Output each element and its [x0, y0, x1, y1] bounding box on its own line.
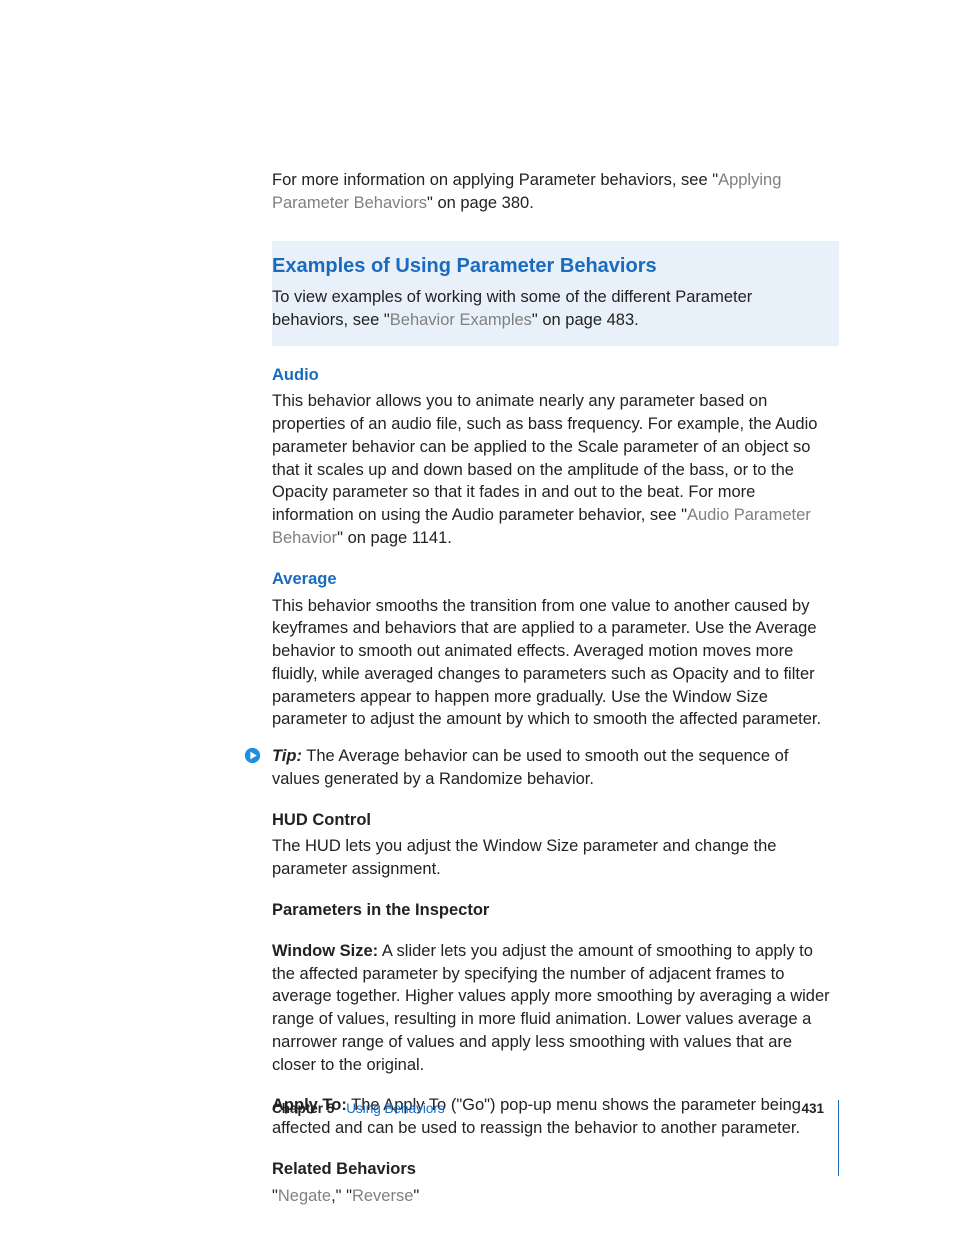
audio-text-b: " on page 1141. — [337, 529, 452, 547]
window-size-block: Window Size: A slider lets you adjust th… — [272, 940, 839, 1077]
behavior-examples-link[interactable]: Behavior Examples — [390, 311, 532, 329]
inspector-heading: Parameters in the Inspector — [272, 899, 839, 922]
related-sep: ," " — [331, 1187, 352, 1205]
tip-text: Tip: The Average behavior can be used to… — [272, 745, 839, 791]
intro-text-a: For more information on applying Paramet… — [272, 171, 718, 189]
audio-body: This behavior allows you to animate near… — [272, 390, 839, 549]
window-size-body: A slider lets you adjust the amount of s… — [272, 942, 830, 1074]
related-q2: " — [413, 1187, 419, 1205]
window-size-label: Window Size: — [272, 942, 378, 960]
page-number: 431 — [801, 1100, 824, 1119]
hud-heading: HUD Control — [272, 809, 839, 832]
reverse-link[interactable]: Reverse — [352, 1187, 413, 1205]
examples-body: To view examples of working with some of… — [272, 286, 825, 332]
tip-body: The Average behavior can be used to smoo… — [272, 747, 788, 788]
intro-text-b: " on page 380. — [427, 194, 534, 212]
audio-text-a: This behavior allows you to animate near… — [272, 392, 817, 524]
examples-text-b: " on page 483. — [532, 311, 639, 329]
examples-callout: Examples of Using Parameter Behaviors To… — [272, 241, 839, 346]
chapter-line: Chapter 5 Using Behaviors — [272, 1100, 445, 1119]
examples-heading: Examples of Using Parameter Behaviors — [272, 253, 825, 281]
negate-link[interactable]: Negate — [278, 1187, 331, 1205]
tip-label: Tip: — [272, 747, 302, 765]
audio-heading: Audio — [272, 364, 839, 387]
average-heading: Average — [272, 568, 839, 591]
intro-paragraph: For more information on applying Paramet… — [272, 169, 839, 215]
chapter-name: Using Behaviors — [346, 1100, 444, 1119]
tip-icon — [244, 747, 261, 764]
chapter-label: Chapter 5 — [272, 1100, 334, 1119]
page-footer: Chapter 5 Using Behaviors 431 — [272, 1100, 839, 1176]
tip-block: Tip: The Average behavior can be used to… — [272, 745, 839, 791]
page: For more information on applying Paramet… — [0, 0, 954, 1235]
related-body: "Negate," "Reverse" — [272, 1185, 839, 1208]
average-body: This behavior smooths the transition fro… — [272, 595, 839, 732]
hud-body: The HUD lets you adjust the Window Size … — [272, 835, 839, 881]
